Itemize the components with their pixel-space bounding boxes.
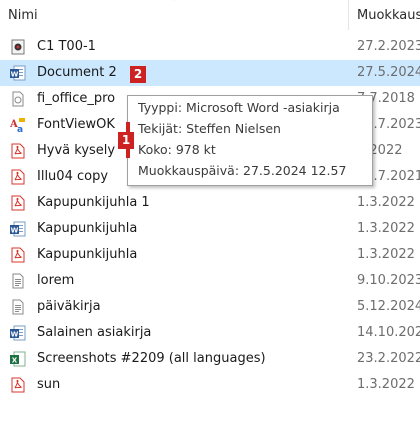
file-row[interactable]: Kapupunkijuhla 1.3.2022 — [0, 242, 420, 268]
file-list: C1 T00-1 27.2.2023 W Document 2 27.5.2024 fi_… — [0, 34, 420, 398]
file-name: Hyvä kysely — [37, 143, 116, 158]
word-document-icon: W — [10, 65, 26, 81]
file-modified-date: 1.3.2022 — [357, 247, 415, 262]
tooltip-size: Koko: 978 kt — [138, 142, 216, 157]
svg-text:W: W — [11, 227, 19, 235]
file-row[interactable]: päiväkirja 5.12.2024 — [0, 294, 420, 320]
file-name: lorem — [37, 273, 75, 288]
file-name: Kapupunkijuhla 1 — [37, 195, 150, 210]
excel-file-icon: X — [10, 351, 26, 367]
pdf-file-icon — [10, 247, 26, 263]
file-info-tooltip: Tyyppi: Microsoft Word -asiakirja Tekijä… — [127, 95, 373, 186]
file-modified-date: 9.10.2023 — [357, 273, 420, 288]
file-modified-date: 27.2.2023 — [357, 39, 420, 54]
file-modified-date: 27.5.2024 — [357, 65, 420, 80]
file-name: C1 T00-1 — [37, 39, 96, 54]
tooltip-modified: Muokkauspäivä: 27.5.2024 12.57 — [138, 163, 347, 178]
pdf-file-icon — [10, 377, 26, 393]
pdf-file-icon — [10, 143, 26, 159]
file-modified-date: 5.12.2024 — [357, 299, 420, 314]
file-row[interactable]: lorem 9.10.2023 — [0, 268, 420, 294]
text-file-icon — [10, 299, 26, 315]
tooltip-type: Tyyppi: Microsoft Word -asiakirja — [138, 100, 340, 115]
file-row[interactable]: Kapupunkijuhla 1 1.3.2022 — [0, 190, 420, 216]
pdf-file-icon — [10, 169, 26, 185]
file-row[interactable]: C1 T00-1 27.2.2023 — [0, 34, 420, 60]
column-header-bar: ⌃ Nimi Muokkaus — [0, 0, 420, 30]
file-name: päiväkirja — [37, 299, 101, 314]
svg-text:X: X — [12, 357, 18, 365]
file-row[interactable]: W Salainen asiakirja 14.10.202 — [0, 320, 420, 346]
file-name: Kapupunkijuhla — [37, 247, 138, 262]
svg-text:W: W — [11, 331, 19, 339]
application-icon: Aa — [9, 117, 26, 135]
svg-text:a: a — [17, 125, 23, 133]
image-file-icon — [10, 39, 26, 55]
file-name: sun — [37, 377, 61, 392]
file-name: FontViewOK — [37, 117, 115, 132]
file-modified-date: 1.3.2022 — [357, 221, 415, 236]
file-row[interactable]: sun 1.3.2022 — [0, 372, 420, 398]
file-modified-date: 1.3.2022 — [357, 377, 415, 392]
tooltip-authors: Tekijät: Steffen Nielsen — [138, 121, 281, 136]
file-row[interactable]: W Document 2 27.5.2024 — [0, 60, 420, 86]
generic-file-icon — [10, 91, 26, 107]
file-modified-date: 23.2.2022 — [357, 351, 420, 366]
word-document-icon: W — [10, 325, 26, 341]
file-name: Screenshots #2209 (all languages) — [37, 351, 266, 366]
file-name: Illu04 copy — [37, 169, 109, 184]
word-document-icon: W — [10, 221, 26, 237]
file-name: Salainen asiakirja — [37, 325, 152, 340]
annotation-badge-1: 1 — [118, 132, 134, 149]
annotation-badge-2: 2 — [130, 66, 146, 83]
file-modified-date: 14.10.202 — [357, 325, 420, 340]
file-name: fi_office_pro — [37, 91, 116, 106]
file-name: Document 2 — [37, 65, 117, 80]
file-row[interactable]: X Screenshots #2209 (all languages) 23.2.2… — [0, 346, 420, 372]
text-file-icon — [10, 273, 26, 289]
file-modified-date: 1.3.2022 — [357, 195, 415, 210]
file-row[interactable]: W Kapupunkijuhla 1.3.2022 — [0, 216, 420, 242]
file-name: Kapupunkijuhla — [37, 221, 138, 236]
column-header-name[interactable]: Nimi — [8, 8, 38, 23]
column-header-modified[interactable]: Muokkaus — [357, 8, 420, 23]
sort-chevron-icon[interactable]: ⌃ — [170, 0, 178, 8]
column-divider[interactable] — [348, 0, 349, 30]
pdf-file-icon — [10, 195, 26, 211]
svg-text:W: W — [11, 71, 19, 79]
